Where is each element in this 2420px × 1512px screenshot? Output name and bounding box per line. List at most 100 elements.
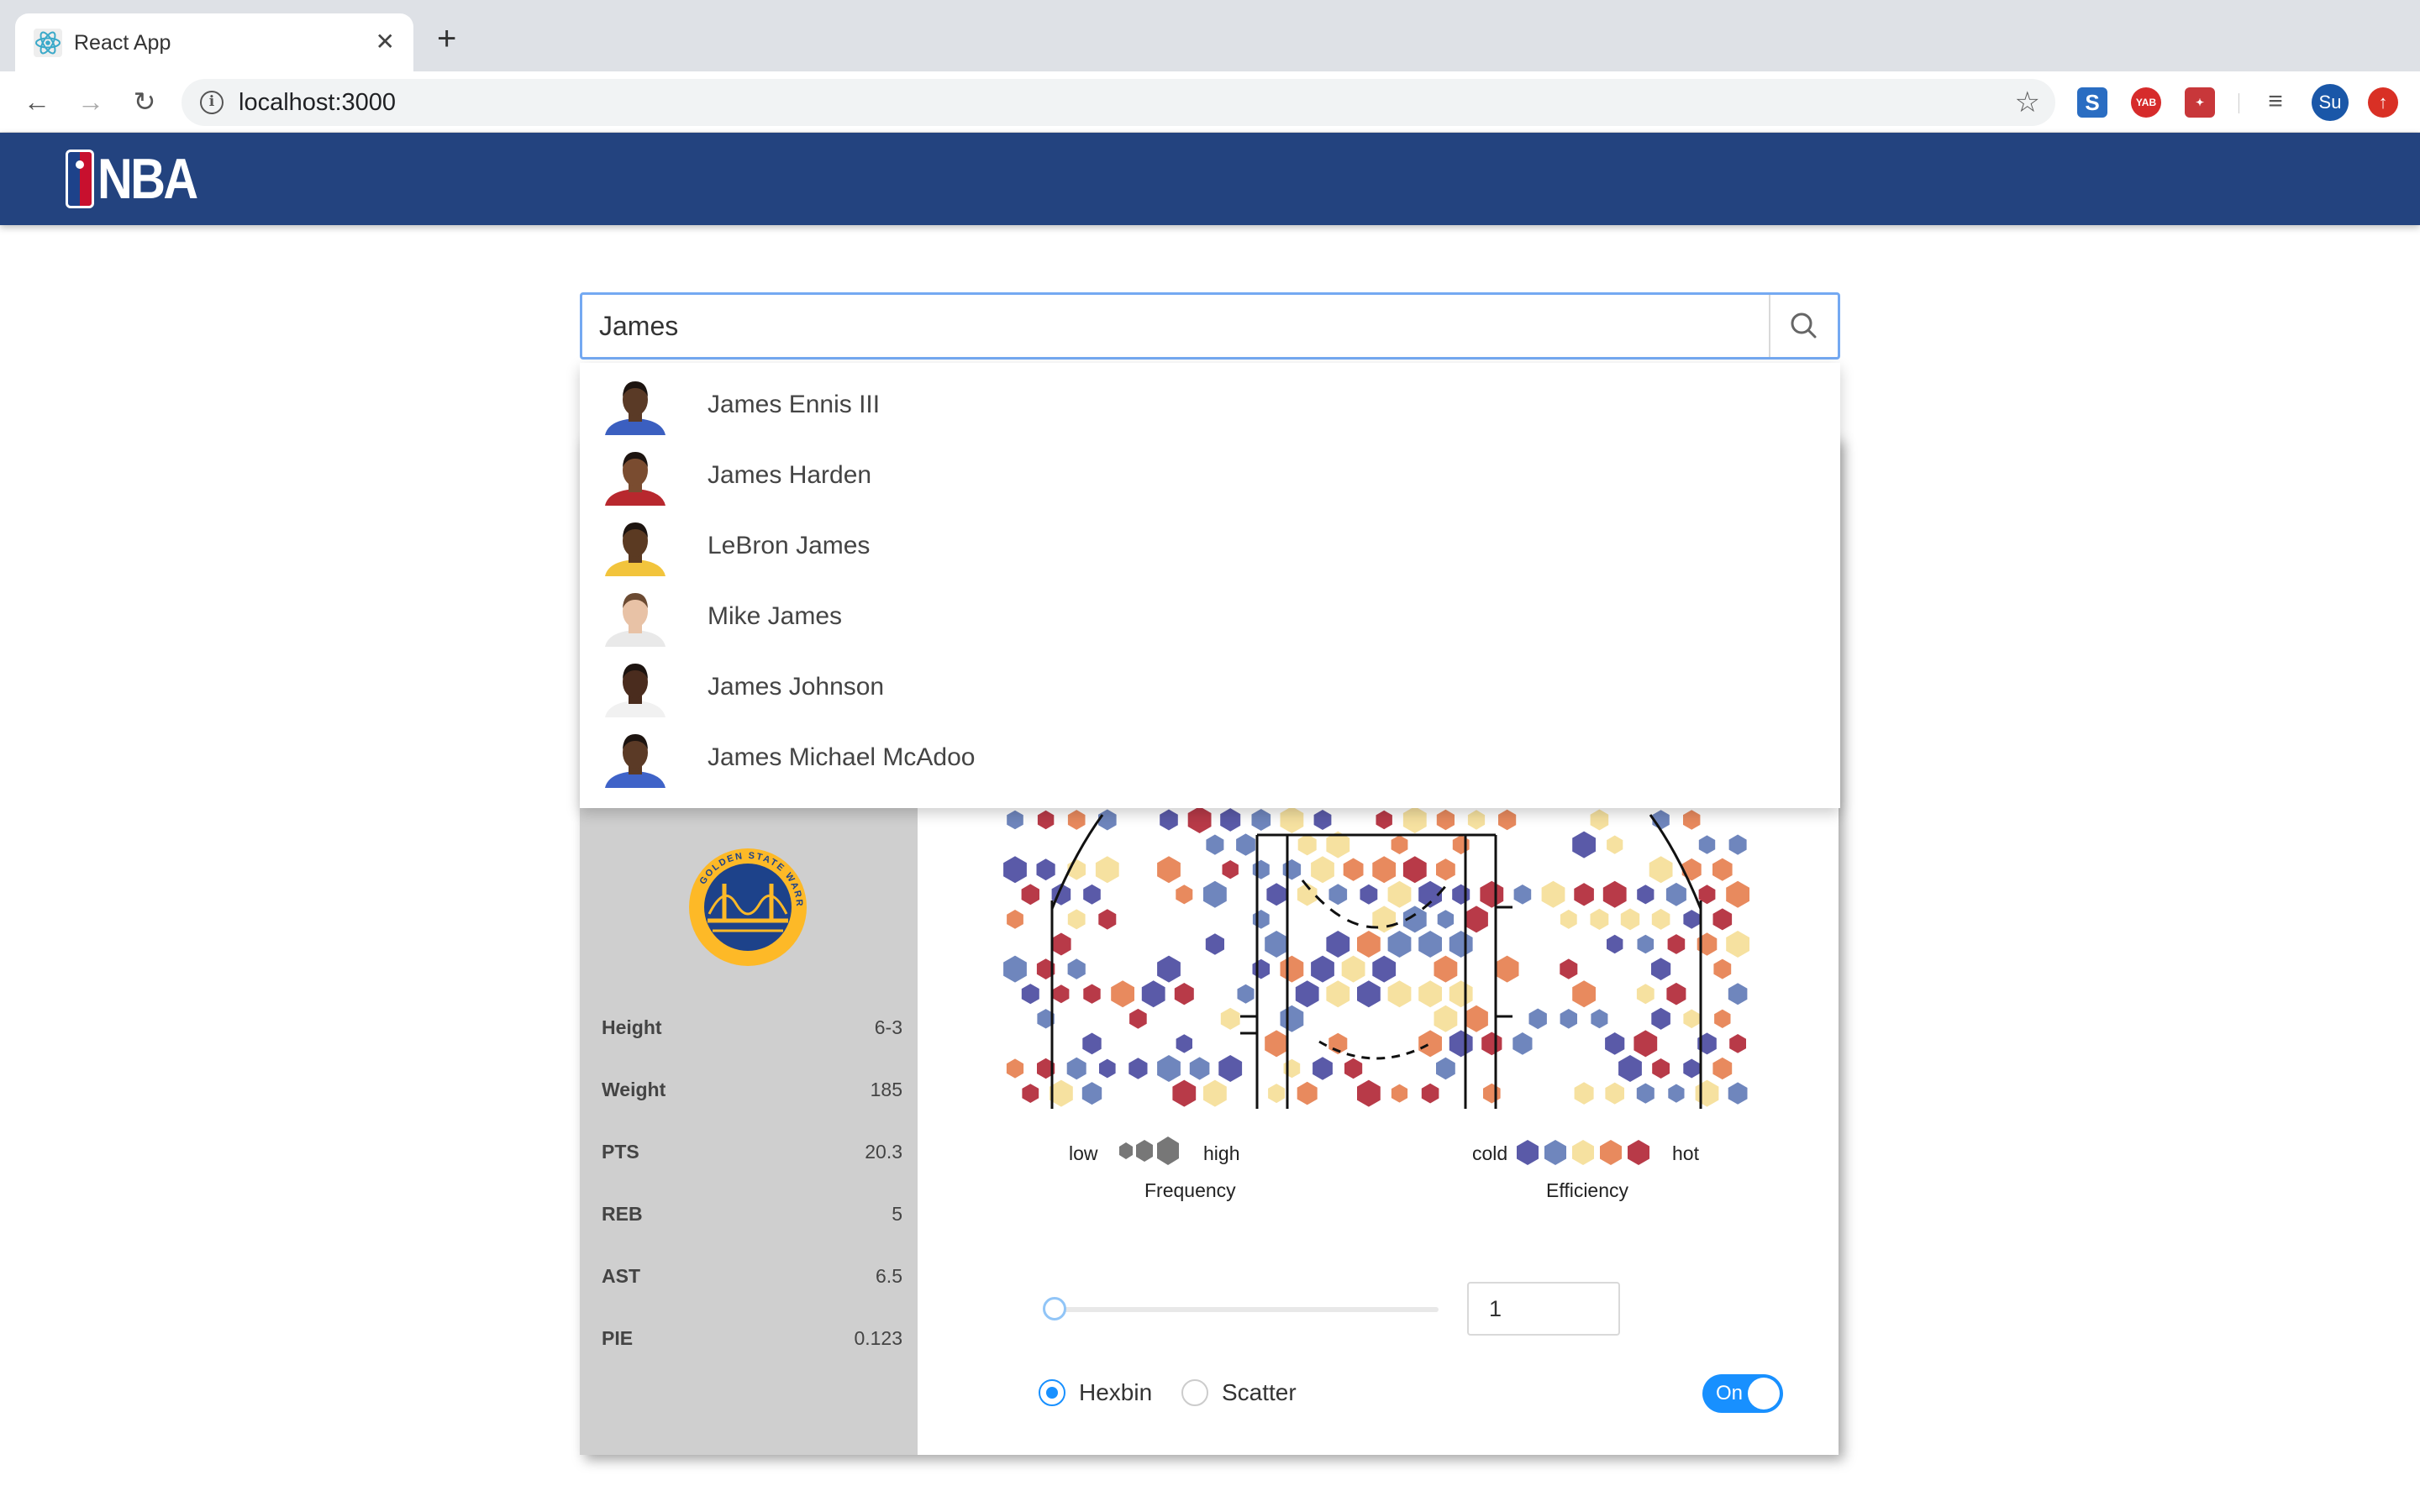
shot-hex[interactable] [1651, 1007, 1670, 1030]
shot-hex[interactable] [1602, 880, 1627, 908]
shot-hex[interactable] [1483, 1083, 1501, 1104]
shot-hex[interactable] [1391, 1084, 1408, 1103]
shot-hex[interactable] [1421, 1083, 1439, 1104]
shot-hex[interactable] [1683, 810, 1701, 830]
hexbin-radio-label[interactable]: Hexbin [1079, 1376, 1152, 1410]
bookmark-star-icon[interactable]: ☆ [2015, 86, 2040, 119]
shot-hex[interactable] [1053, 984, 1070, 1004]
shot-hex[interactable] [1560, 958, 1578, 979]
shot-hex[interactable] [1111, 980, 1134, 1008]
shot-hex[interactable] [1128, 1058, 1148, 1079]
shot-hex[interactable] [1465, 1005, 1488, 1032]
shot-hex[interactable] [1003, 955, 1027, 983]
shot-hex[interactable] [1067, 909, 1086, 930]
scatter-radio[interactable] [1181, 1379, 1208, 1406]
player-search-input[interactable] [599, 295, 1742, 357]
shot-hex[interactable] [1297, 833, 1317, 856]
url-text[interactable]: localhost:3000 [239, 89, 396, 116]
shot-hex[interactable] [1341, 955, 1365, 983]
shot-hex[interactable] [1590, 809, 1609, 831]
shot-hex[interactable] [1387, 980, 1412, 1008]
shot-hex[interactable] [1311, 955, 1334, 983]
shot-hex[interactable] [1265, 1030, 1288, 1058]
shot-hex[interactable] [1266, 883, 1286, 906]
shot-hex[interactable] [1326, 931, 1350, 958]
media-queue-icon[interactable]: ≡ [2257, 83, 2294, 120]
shot-hex[interactable] [1220, 1007, 1240, 1030]
shot-hex[interactable] [1360, 884, 1378, 905]
nba-logo[interactable]: NBA [66, 150, 213, 208]
search-result-name[interactable]: James Johnson [708, 672, 884, 702]
shot-hex[interactable] [1512, 1032, 1533, 1055]
shot-hex[interactable] [1452, 835, 1470, 855]
shot-hex[interactable] [1418, 931, 1442, 958]
shot-hex[interactable] [1618, 1055, 1642, 1082]
shot-hex[interactable] [1449, 1030, 1473, 1058]
shot-hex[interactable] [1712, 908, 1733, 931]
shot-hex[interactable] [1607, 934, 1623, 954]
shot-hex[interactable] [1265, 931, 1288, 958]
shot-hex[interactable] [1372, 955, 1397, 983]
shot-hex[interactable] [1098, 909, 1117, 930]
shot-hex[interactable] [1480, 880, 1504, 908]
shot-hex[interactable] [1037, 810, 1055, 830]
shot-hex[interactable] [1252, 910, 1270, 929]
shot-hex[interactable] [1083, 984, 1101, 1004]
search-result-name[interactable]: Mike James [708, 601, 842, 632]
shot-hex[interactable] [1607, 835, 1623, 854]
player-search-box[interactable] [580, 292, 1840, 360]
shot-hex[interactable] [1683, 1058, 1701, 1079]
shot-hex[interactable] [1683, 1009, 1700, 1029]
shot-hex[interactable] [1436, 858, 1455, 881]
shot-hex[interactable] [1605, 1032, 1625, 1055]
search-result-name[interactable]: James Ennis III [708, 390, 880, 420]
shot-hex[interactable] [1280, 1005, 1304, 1032]
shot-hex[interactable] [1620, 908, 1640, 931]
shot-hex[interactable] [1095, 856, 1119, 884]
forward-arrow-icon[interactable]: → [72, 83, 109, 120]
min-count-slider-track[interactable] [1060, 1307, 1439, 1312]
shot-hex[interactable] [1268, 1084, 1286, 1104]
profile-avatar[interactable]: Su [2312, 84, 2349, 121]
display-toggle[interactable]: On [1702, 1374, 1783, 1413]
shot-hex[interactable] [1452, 884, 1470, 905]
shot-hex[interactable] [1174, 983, 1194, 1005]
shot-hex[interactable] [1252, 958, 1270, 979]
shot-hex[interactable] [1528, 1008, 1547, 1030]
shot-hex[interactable] [1387, 880, 1412, 908]
shot-hex[interactable] [1022, 1084, 1039, 1103]
shot-hex[interactable] [1311, 856, 1334, 884]
shot-hex[interactable] [1418, 1030, 1442, 1058]
shot-hex[interactable] [1372, 906, 1397, 933]
shot-hex[interactable] [1418, 980, 1442, 1008]
shot-hex[interactable] [1344, 1058, 1363, 1079]
shot-hex[interactable] [1280, 806, 1304, 833]
shot-hex[interactable] [1649, 856, 1673, 884]
shot-hex[interactable] [1021, 884, 1039, 906]
shot-hex[interactable] [1637, 885, 1655, 905]
shot-hex[interactable] [1187, 806, 1212, 833]
shot-hex[interactable] [1172, 1079, 1197, 1107]
shot-hex[interactable] [1712, 858, 1733, 881]
shot-hex[interactable] [1141, 980, 1165, 1008]
shot-hex[interactable] [1157, 856, 1181, 884]
shot-hex[interactable] [1402, 856, 1427, 884]
shot-hex[interactable] [1372, 856, 1397, 884]
shot-hex[interactable] [1498, 809, 1517, 831]
extension-yab-icon[interactable]: YAB [2131, 87, 2161, 118]
shot-hex[interactable] [1203, 880, 1227, 908]
shot-hex[interactable] [1712, 1057, 1733, 1080]
shot-hex[interactable] [1326, 980, 1350, 1008]
shot-hex[interactable] [1665, 882, 1686, 906]
shot-hex[interactable] [1634, 1030, 1658, 1058]
min-count-slider-handle[interactable] [1043, 1297, 1066, 1320]
shot-hex[interactable] [1728, 1082, 1748, 1105]
shot-hex[interactable] [1297, 1081, 1318, 1105]
shot-hex[interactable] [1343, 858, 1364, 881]
shot-hex[interactable] [1726, 880, 1749, 908]
shot-hex[interactable] [1574, 883, 1594, 906]
shot-hex[interactable] [1681, 858, 1702, 881]
shot-hex[interactable] [1436, 809, 1455, 831]
search-result-item[interactable]: James Michael McAdoo [580, 722, 1840, 793]
shot-hex[interactable] [1560, 909, 1577, 929]
